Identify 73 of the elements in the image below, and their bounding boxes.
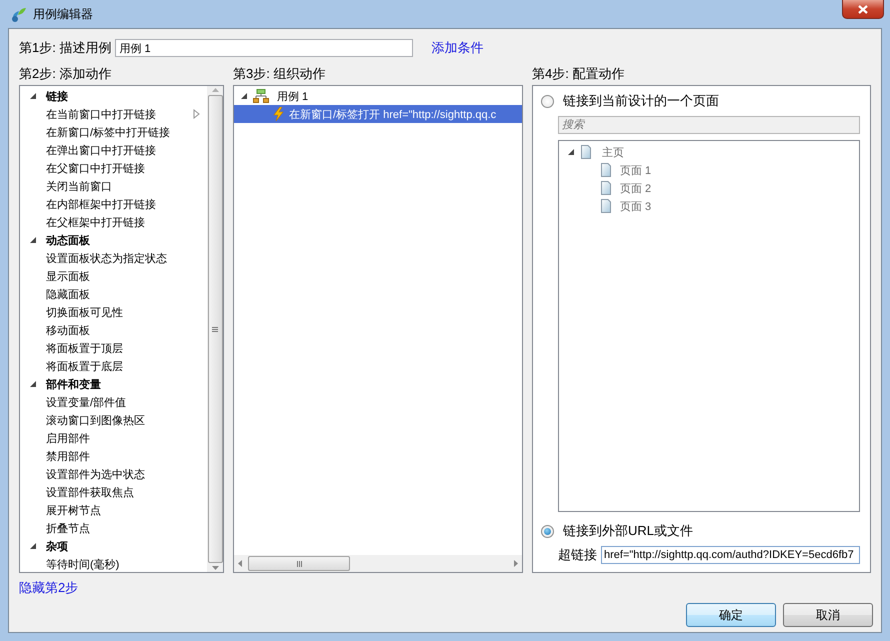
window-title: 用例编辑器 [33, 6, 93, 22]
collapse-triangle-icon[interactable] [567, 148, 575, 156]
collapse-triangle-icon[interactable] [29, 92, 37, 100]
page-tree-item[interactable]: 主页 [602, 144, 624, 160]
page-icon [600, 163, 612, 177]
scroll-down-icon [212, 566, 218, 570]
radio-label[interactable]: 链接到外部URL或文件 [563, 522, 694, 540]
scroll-up-icon [212, 88, 218, 92]
radio-button[interactable] [541, 94, 554, 108]
step1-label: 第1步: 描述用例 [19, 39, 112, 57]
action-item[interactable]: 设置部件获取焦点 [46, 484, 134, 500]
page-icon [600, 199, 612, 213]
action-item[interactable]: 展开树节点 [46, 502, 101, 518]
page-icon [600, 181, 612, 195]
action-group-label[interactable]: 动态面板 [46, 232, 90, 248]
use-case-name-field[interactable]: 用例 1 [115, 39, 414, 57]
page-tree-item[interactable]: 页面 1 [620, 162, 652, 178]
scroll-right-icon [514, 560, 518, 567]
page-icon [580, 145, 592, 159]
action-item[interactable]: 设置面板状态为指定状态 [46, 250, 167, 266]
action-item[interactable]: 在当前窗口中打开链接 [46, 106, 156, 122]
action-item[interactable]: 启用部件 [46, 430, 90, 446]
action-item[interactable]: 隐藏面板 [46, 286, 90, 302]
action-item[interactable]: 在内部框架中打开链接 [46, 196, 156, 212]
cancel-button[interactable]: 取消 [783, 603, 873, 627]
page-tree-item[interactable]: 页面 2 [620, 180, 652, 196]
action-item[interactable]: 折叠节点 [46, 520, 90, 536]
action-group-label[interactable]: 链接 [46, 88, 68, 104]
add-condition-link[interactable]: 添加条件 [431, 39, 484, 57]
action-item[interactable]: 显示面板 [46, 268, 90, 284]
ok-button[interactable]: 确定 [686, 603, 776, 627]
action-item[interactable]: 将面板置于顶层 [46, 340, 123, 356]
action-item[interactable]: 将面板置于底层 [46, 358, 123, 374]
action-item[interactable]: 移动面板 [46, 322, 90, 338]
horizontal-scrollbar[interactable] [234, 555, 522, 572]
scroll-left-icon [238, 560, 242, 567]
hyperlink-label: 超链接 [558, 546, 597, 564]
action-item[interactable]: 切换面板可见性 [46, 304, 123, 320]
step2-label: 第2步: 添加动作 [19, 65, 112, 83]
hide-step2-link[interactable]: 隐藏第2步 [19, 580, 78, 595]
step3-label: 第3步: 组织动作 [233, 65, 326, 83]
action-item[interactable]: 滚动窗口到图像热区 [46, 412, 145, 428]
grip-icon [212, 326, 218, 332]
collapse-triangle-icon[interactable] [29, 236, 37, 244]
close-icon [858, 4, 868, 14]
collapse-triangle-icon[interactable] [240, 92, 248, 100]
action-item[interactable]: 禁用部件 [46, 448, 90, 464]
step4-label: 第4步: 配置动作 [532, 65, 626, 83]
action-item[interactable]: 等待时间(毫秒) [46, 556, 120, 572]
radio-label[interactable]: 链接到当前设计的一个页面 [563, 92, 719, 110]
page-tree-item[interactable]: 页面 3 [620, 198, 652, 214]
radio-button[interactable] [541, 524, 554, 538]
action-item[interactable]: 设置变量/部件值 [46, 394, 126, 410]
grip-icon [296, 560, 302, 566]
action-group-label[interactable]: 部件和变量 [46, 376, 101, 392]
app-icon [10, 6, 27, 22]
action-item[interactable]: 在父框架中打开链接 [46, 214, 145, 230]
action-item[interactable]: 设置部件为选中状态 [46, 466, 145, 482]
collapse-triangle-icon[interactable] [29, 542, 37, 550]
action-item[interactable]: 在父窗口中打开链接 [46, 160, 145, 176]
lightning-icon [272, 107, 284, 121]
action-item[interactable]: 在弹出窗口中打开链接 [46, 142, 156, 158]
action-group-label[interactable]: 杂项 [46, 538, 68, 554]
close-button[interactable] [842, 0, 884, 19]
action-row[interactable]: 在新窗口/标签打开 href="http://sighttp.qq.c [234, 105, 522, 123]
action-item[interactable]: 关闭当前窗口 [46, 178, 112, 194]
collapse-triangle-icon[interactable] [29, 380, 37, 388]
hyperlink-field[interactable]: href="http://sighttp.qq.com/authd?IDKEY=5ecd6fb7 [601, 546, 860, 564]
use-case-row[interactable]: 用例 1 [234, 87, 522, 105]
vertical-scrollbar[interactable] [207, 86, 223, 572]
search-field[interactable]: 搜索 [558, 116, 860, 134]
action-item[interactable]: 在新窗口/标签中打开链接 [46, 124, 170, 140]
hierarchy-icon [253, 89, 269, 103]
